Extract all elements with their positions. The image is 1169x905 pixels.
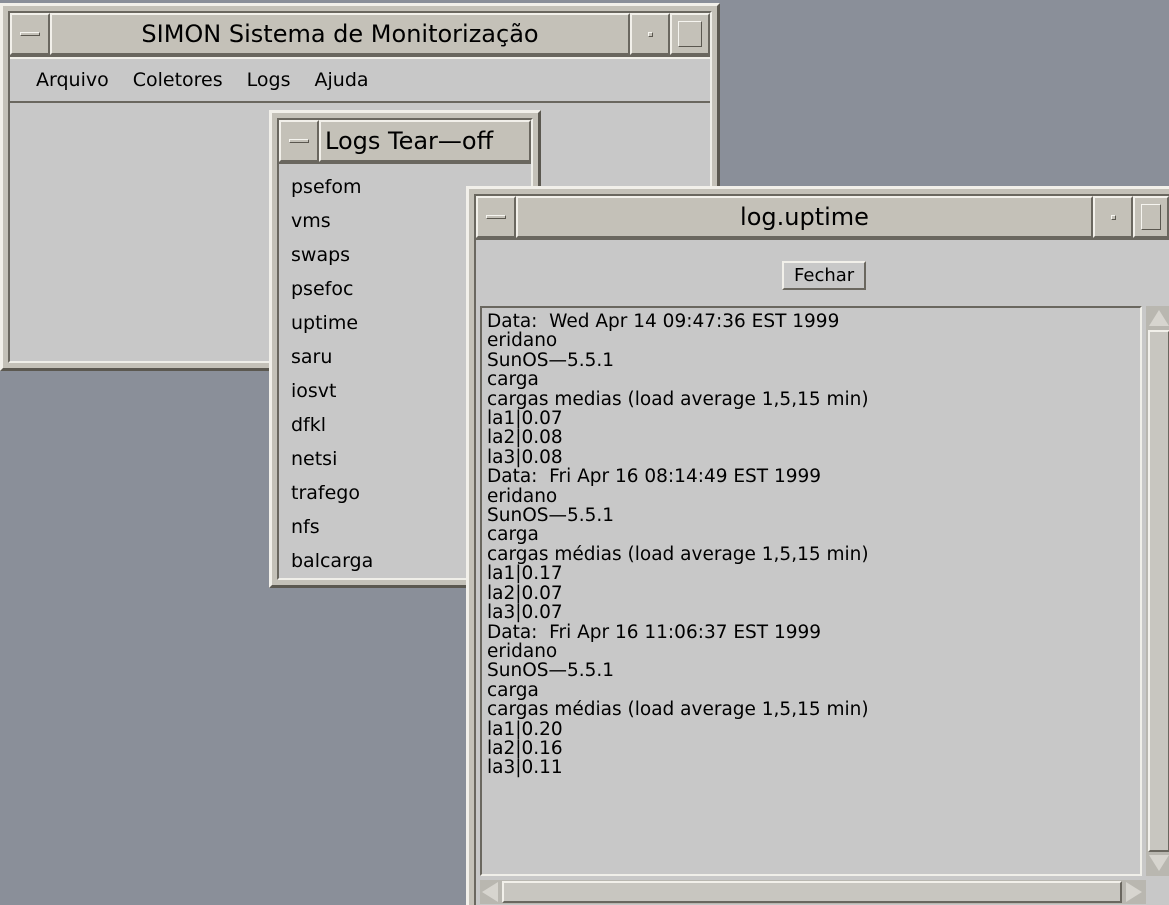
log-window-titlebar[interactable]: log.uptime [476,196,1169,240]
log-line: la1|0.07 [487,408,563,430]
tearoff-title: Logs Tear—off [319,120,531,162]
vertical-scrollbar[interactable] [1146,306,1169,876]
log-uptime-window: log.uptime Fechar Data: Wed Apr 14 09:47… [466,186,1169,905]
maximize-button[interactable] [670,13,710,55]
log-line: SunOS—5.5.1 [487,505,615,527]
scroll-left-icon[interactable] [482,882,498,902]
menu-arquivo[interactable]: Arquivo [24,69,121,91]
log-line: Data: Fri Apr 16 11:06:37 EST 1999 [487,621,822,643]
main-menubar: Arquivo Coletores Logs Ajuda [10,57,710,103]
scroll-up-icon[interactable] [1149,310,1169,326]
maximize-icon [1141,204,1161,230]
log-minimize-button[interactable] [1093,196,1133,238]
maximize-icon [678,21,702,47]
log-window-title: log.uptime [516,196,1093,238]
log-line: cargas médias (load average 1,5,15 min) [487,699,869,721]
log-window-menu-button[interactable] [476,196,516,238]
log-text-area[interactable]: Data: Wed Apr 14 09:47:36 EST 1999 eridan… [480,306,1142,876]
scroll-right-icon[interactable] [1126,882,1142,902]
log-line: eridano [487,485,558,507]
log-line: carga [487,369,539,391]
log-line: eridano [487,330,558,352]
log-line: cargas medias (load average 1,5,15 min) [487,388,869,410]
main-window-title: SIMON Sistema de Monitorização [50,13,630,55]
horizontal-scroll-thumb[interactable] [502,881,1122,903]
log-line: la3|0.07 [487,602,563,624]
log-line: la2|0.16 [487,737,563,759]
window-menu-icon [289,139,309,143]
menu-coletores[interactable]: Coletores [121,69,235,91]
log-line: la3|0.11 [487,757,563,779]
scroll-down-icon[interactable] [1149,855,1169,871]
menu-ajuda[interactable]: Ajuda [303,69,381,91]
window-menu-icon [20,32,40,36]
log-line: la1|0.20 [487,718,563,740]
log-lines: Data: Wed Apr 14 09:47:36 EST 1999 eridan… [487,312,1140,778]
log-line: Data: Wed Apr 14 09:47:36 EST 1999 [487,311,840,332]
window-menu-icon [486,215,506,219]
log-line: cargas médias (load average 1,5,15 min) [487,543,869,565]
vertical-scroll-thumb[interactable] [1148,330,1169,852]
tearoff-titlebar[interactable]: Logs Tear—off [279,120,531,164]
window-menu-button[interactable] [10,13,50,55]
horizontal-scrollbar[interactable] [480,880,1146,904]
log-line: SunOS—5.5.1 [487,660,615,682]
main-window-titlebar[interactable]: SIMON Sistema de Monitorização [10,13,710,57]
log-line: carga [487,524,539,546]
log-line: la2|0.08 [487,427,563,449]
minimize-icon [648,32,653,37]
log-line: SunOS—5.5.1 [487,349,615,371]
log-maximize-button[interactable] [1133,196,1169,238]
log-line: carga [487,679,539,701]
log-line: Data: Fri Apr 16 08:14:49 EST 1999 [487,466,822,488]
minimize-icon [1111,215,1116,220]
minimize-button[interactable] [630,13,670,55]
log-window-frame: log.uptime Fechar Data: Wed Apr 14 09:47… [474,194,1169,905]
tearoff-window-menu-button[interactable] [279,120,319,162]
menu-logs[interactable]: Logs [235,69,303,91]
fechar-button[interactable]: Fechar [782,261,867,290]
log-line: la2|0.07 [487,582,563,604]
log-line: eridano [487,640,558,662]
log-line: la1|0.17 [487,563,563,585]
log-line: la3|0.08 [487,446,563,468]
